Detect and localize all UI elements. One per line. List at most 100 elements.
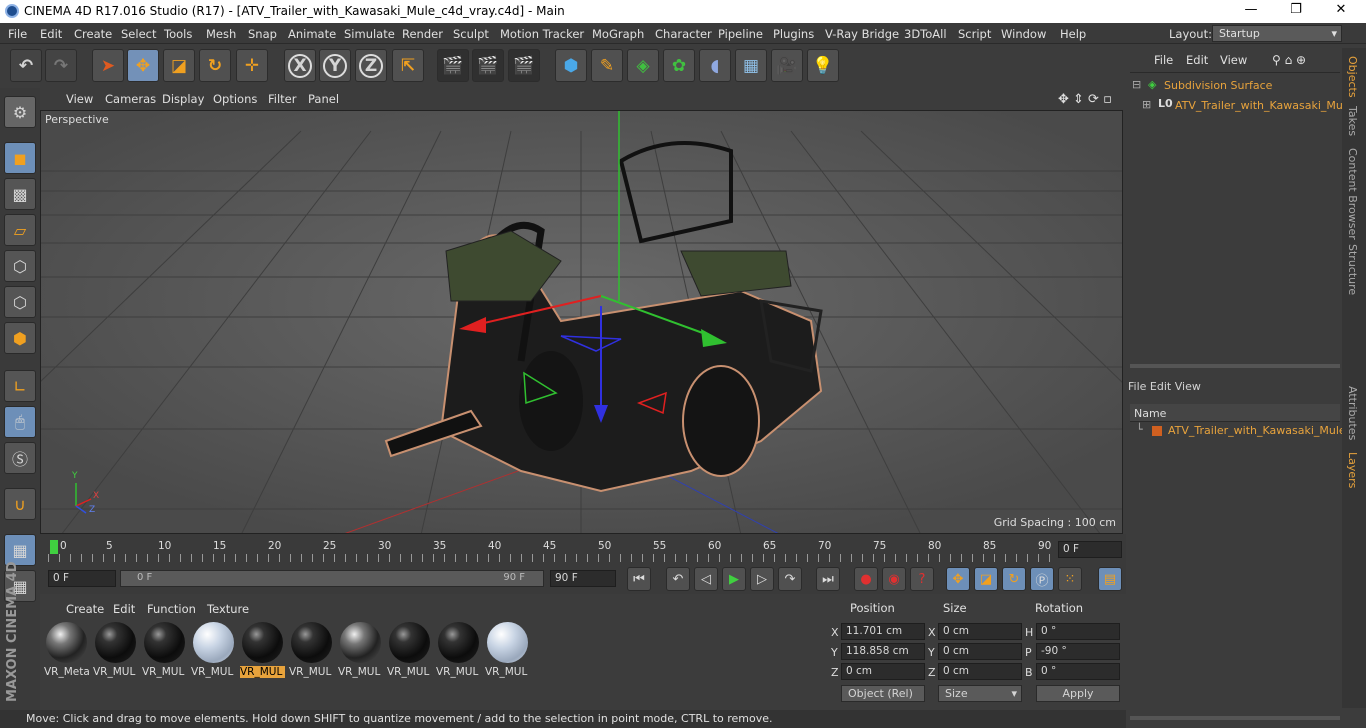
menu-tools[interactable]: Tools xyxy=(164,27,192,41)
menu-pipeline[interactable]: Pipeline xyxy=(718,27,763,41)
rotation-b-field[interactable]: 0 ° xyxy=(1036,663,1120,680)
layer-manager-scrollbar[interactable] xyxy=(1130,716,1340,720)
objects-menu-view[interactable]: View xyxy=(1220,53,1247,67)
timeline-window-button[interactable]: ▤ xyxy=(1098,567,1122,591)
menu-simulate[interactable]: Simulate xyxy=(344,27,395,41)
redo-button[interactable]: ↷ xyxy=(45,49,77,82)
menu-3dtoall[interactable]: 3DToAll xyxy=(904,27,947,41)
camera-button[interactable]: 🎥 xyxy=(771,49,803,82)
light-button[interactable]: 💡 xyxy=(807,49,839,82)
material-swatch[interactable]: VR_MUL xyxy=(240,620,285,680)
next-key-button[interactable]: ↷ xyxy=(778,567,802,591)
layer-row[interactable]: └ ATV_Trailer_with_Kawasaki_Mule xyxy=(1136,423,1346,439)
perspective-viewport[interactable]: Perspective Y X Z Grid Spacing : 100 cm xyxy=(40,110,1123,534)
menu-create[interactable]: Create xyxy=(74,27,112,41)
subdivision-surface-button[interactable]: ◈ xyxy=(627,49,659,82)
current-frame-field[interactable]: 0 F xyxy=(1058,541,1122,558)
magnet-button[interactable]: ∪ xyxy=(4,488,36,520)
deformer-button[interactable]: ◖ xyxy=(699,49,731,82)
render-picture-viewer-button[interactable]: 🎬 xyxy=(472,49,504,82)
start-frame-field[interactable]: 0 F xyxy=(48,570,116,587)
coordinate-system-button[interactable]: ⇱ xyxy=(392,49,424,82)
cloner-button[interactable]: ✿ xyxy=(663,49,695,82)
size-x-field[interactable]: 0 cm xyxy=(938,623,1022,640)
autokeying-button[interactable]: ◉ xyxy=(882,567,906,591)
floor-button[interactable]: ▦ xyxy=(735,49,767,82)
material-swatch[interactable]: VR_MUL xyxy=(387,620,432,680)
maximize-button[interactable]: ❐ xyxy=(1273,2,1319,17)
tab-content-browser[interactable]: Content Browser xyxy=(1346,148,1359,240)
layers-menu-view[interactable]: View xyxy=(1175,380,1201,393)
material-swatch[interactable]: VR_MUL xyxy=(93,620,138,680)
objects-menu-file[interactable]: File xyxy=(1154,53,1173,67)
key-parameter-button[interactable]: Ⓟ xyxy=(1030,567,1054,591)
coordinate-mode-select[interactable]: Object (Rel) xyxy=(841,685,925,702)
collapse-icon[interactable]: ⊟ xyxy=(1132,78,1141,91)
menu-motion-tracker[interactable]: Motion Tracker xyxy=(500,27,584,41)
position-z-field[interactable]: 0 cm xyxy=(841,663,925,680)
polygons-mode-button[interactable]: ⬢ xyxy=(4,322,36,354)
size-mode-select[interactable]: Size ▾ xyxy=(938,685,1022,702)
keyframe-selection-button[interactable]: ? xyxy=(910,567,934,591)
menu-render[interactable]: Render xyxy=(402,27,443,41)
rotate-tool-button[interactable]: ↻ xyxy=(199,49,231,82)
minimize-button[interactable]: — xyxy=(1228,2,1274,17)
go-to-end-button[interactable]: ⏭ xyxy=(816,567,840,591)
viewport-menu-cameras[interactable]: Cameras xyxy=(105,92,156,106)
tab-objects[interactable]: Objects xyxy=(1346,56,1359,98)
snap-button[interactable]: Ⓢ xyxy=(4,442,36,474)
layout-select[interactable]: Startup ▾ xyxy=(1212,25,1342,42)
material-swatch[interactable]: VR_MUL xyxy=(142,620,187,680)
layers-menu-file[interactable]: File xyxy=(1128,380,1146,393)
menu-character[interactable]: Character xyxy=(655,27,712,41)
menu-mesh[interactable]: Mesh xyxy=(206,27,236,41)
menu-mograph[interactable]: MoGraph xyxy=(592,27,644,41)
texture-mode-button[interactable]: ▩ xyxy=(4,178,36,210)
menu-edit[interactable]: Edit xyxy=(40,27,62,41)
live-selection-button[interactable]: ➤ xyxy=(92,49,124,82)
expand-icon[interactable]: ⊞ xyxy=(1142,98,1151,111)
render-view-button[interactable]: 🎬 xyxy=(437,49,469,82)
play-button[interactable]: ▶ xyxy=(722,567,746,591)
material-swatch[interactable]: VR_MUL xyxy=(436,620,481,680)
x-axis-lock-button[interactable]: X xyxy=(284,49,316,82)
edges-mode-button[interactable]: ⬡ xyxy=(4,286,36,318)
object-manager-scrollbar[interactable] xyxy=(1130,364,1340,368)
key-rotation-button[interactable]: ↻ xyxy=(1002,567,1026,591)
search-icon[interactable]: ⚲ ⌂ ⊕ xyxy=(1272,53,1306,67)
end-frame-field[interactable]: 90 F xyxy=(550,570,616,587)
go-to-start-button[interactable]: ⏮ xyxy=(627,567,651,591)
material-swatch[interactable]: VR_MUL xyxy=(338,620,383,680)
layers-menu-edit[interactable]: Edit xyxy=(1150,380,1171,393)
object-row-subdivision[interactable]: ⊟ ◈ Subdivision Surface xyxy=(1132,77,1340,95)
menu-select[interactable]: Select xyxy=(121,27,156,41)
playhead[interactable] xyxy=(50,540,58,554)
cube-primitive-button[interactable]: ⬢ xyxy=(555,49,587,82)
make-editable-button[interactable]: ⚙ xyxy=(4,96,36,128)
layer-color-swatch[interactable] xyxy=(1152,426,1162,436)
menu-snap[interactable]: Snap xyxy=(248,27,277,41)
recent-tools-button[interactable]: ✛ xyxy=(236,49,268,82)
previous-frame-button[interactable]: ◁ xyxy=(694,567,718,591)
previous-key-button[interactable]: ↶ xyxy=(666,567,690,591)
tab-layers[interactable]: Layers xyxy=(1346,452,1359,488)
key-position-button[interactable]: ✥ xyxy=(946,567,970,591)
close-button[interactable]: ✕ xyxy=(1318,2,1364,17)
apply-button[interactable]: Apply xyxy=(1036,685,1120,702)
render-settings-button[interactable]: 🎬 xyxy=(508,49,540,82)
menu-animate[interactable]: Animate xyxy=(288,27,336,41)
pen-spline-button[interactable]: ✎ xyxy=(591,49,623,82)
material-menu-create[interactable]: Create xyxy=(66,602,104,616)
material-menu-texture[interactable]: Texture xyxy=(207,602,249,616)
menu-window[interactable]: Window xyxy=(1001,27,1046,41)
position-y-field[interactable]: 118.858 cm xyxy=(841,643,925,660)
size-z-field[interactable]: 0 cm xyxy=(938,663,1022,680)
model-mode-button[interactable]: ◼ xyxy=(4,142,36,174)
size-y-field[interactable]: 0 cm xyxy=(938,643,1022,660)
enable-axis-button[interactable]: ∟ xyxy=(4,370,36,402)
material-menu-function[interactable]: Function xyxy=(147,602,196,616)
rotation-p-field[interactable]: -90 ° xyxy=(1036,643,1120,660)
tab-attributes[interactable]: Attributes xyxy=(1346,386,1359,440)
tab-takes[interactable]: Takes xyxy=(1346,106,1359,136)
menu-help[interactable]: Help xyxy=(1060,27,1086,41)
